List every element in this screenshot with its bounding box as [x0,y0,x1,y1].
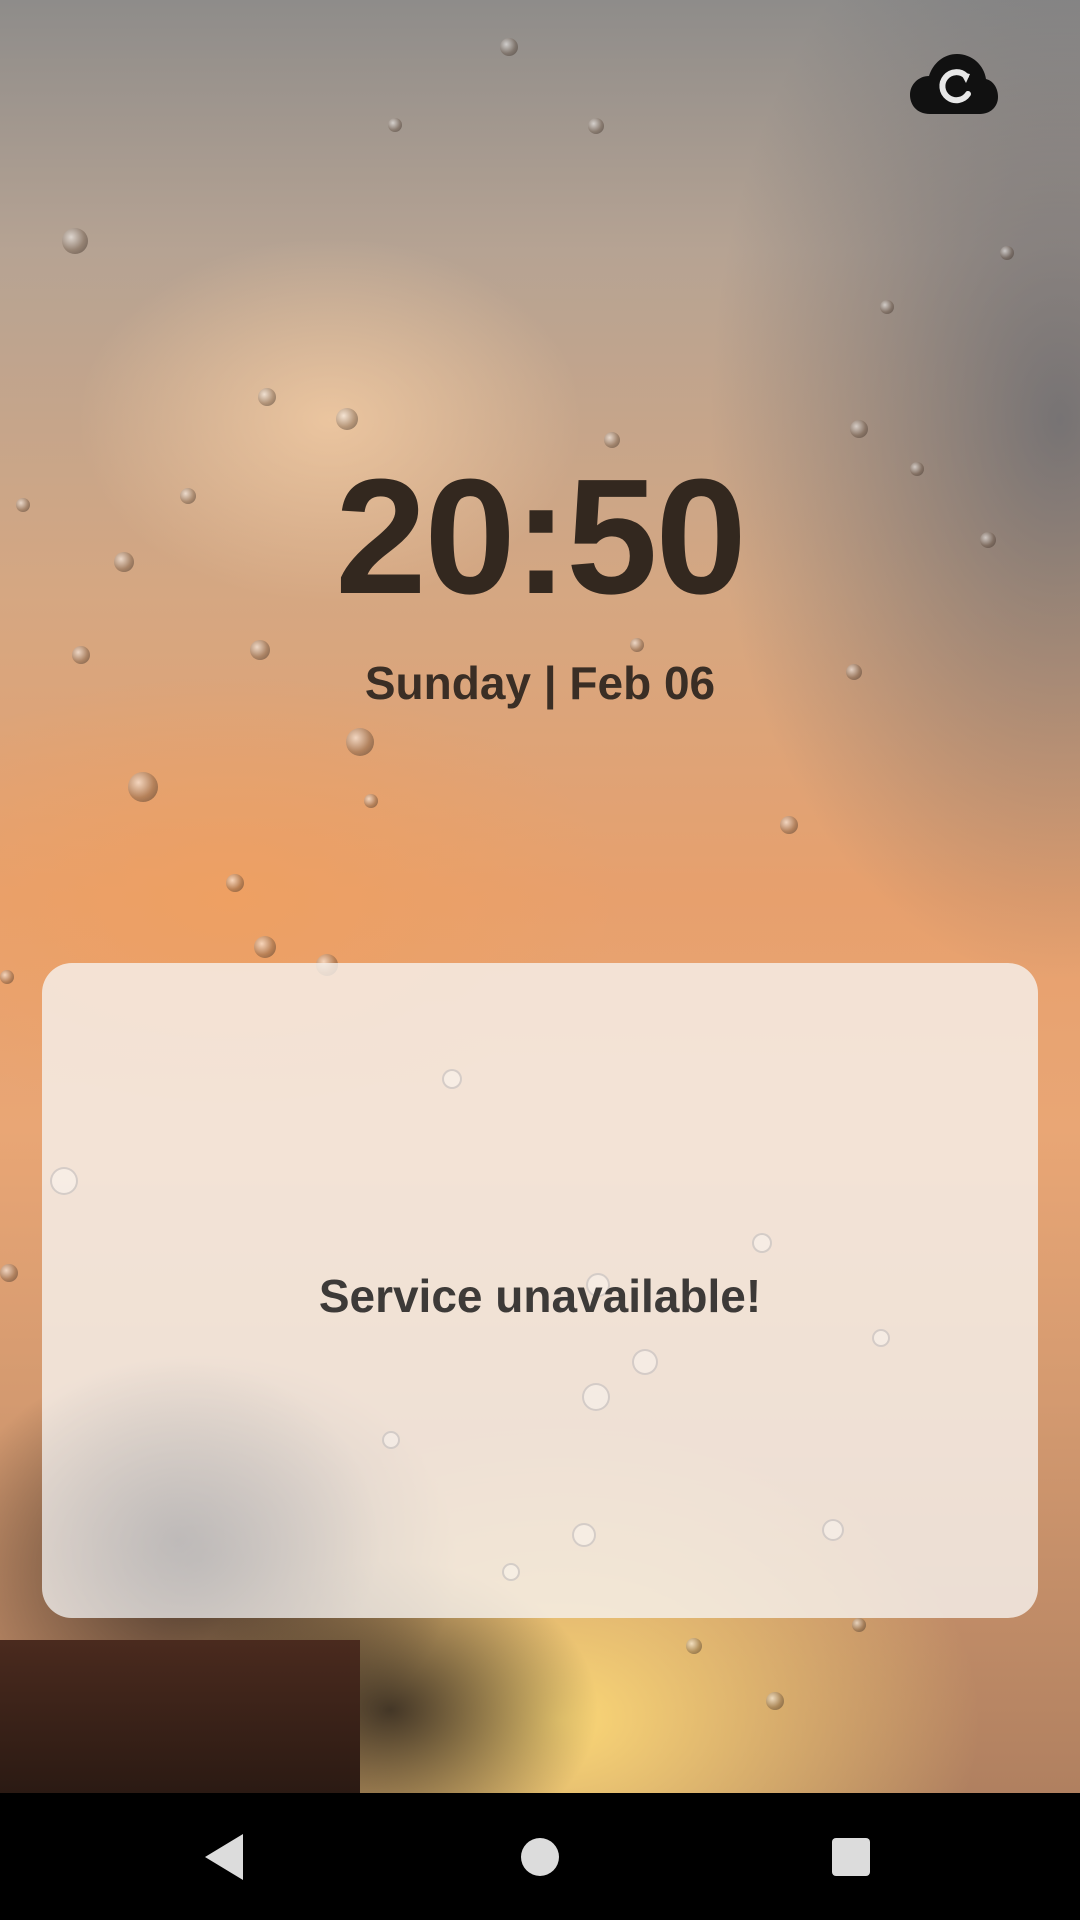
raindrop [258,388,276,406]
raindrop [630,638,644,652]
notification-card: Service unavailable! [42,963,1038,1618]
raindrop [502,1563,520,1581]
raindrop [766,1692,784,1710]
raindrop [0,970,14,984]
raindrop [632,1349,658,1375]
cloud-sync-icon[interactable] [910,54,998,118]
raindrop [582,1383,610,1411]
service-unavailable-message: Service unavailable! [318,1270,762,1322]
raindrop [1000,246,1014,260]
raindrop [872,1329,890,1347]
raindrop [382,1431,400,1449]
lockscreen-date: Sunday | Feb 06 [364,657,716,709]
raindrop [852,1618,866,1632]
raindrop [880,300,894,314]
back-triangle-icon[interactable] [205,1834,243,1880]
raindrop [0,1264,18,1282]
raindrop [336,408,358,430]
card-reflection [42,1358,382,1618]
recents-square-icon[interactable] [832,1838,870,1876]
lockscreen-clock: 20:50 [335,445,746,628]
raindrop [254,936,276,958]
raindrop [752,1233,772,1253]
raindrop [500,38,518,56]
raindrop [572,1523,596,1547]
raindrop [850,420,868,438]
raindrop [822,1519,844,1541]
raindrop [442,1069,462,1089]
raindrop [364,794,378,808]
raindrop [588,118,604,134]
wallpaper-house [0,1640,360,1793]
raindrop [346,728,374,756]
raindrop [686,1638,702,1654]
raindrop [50,1167,78,1195]
raindrop [226,874,244,892]
raindrop [388,118,402,132]
raindrop [780,816,798,834]
raindrop [62,228,88,254]
home-circle-icon[interactable] [521,1838,559,1876]
raindrop [128,772,158,802]
